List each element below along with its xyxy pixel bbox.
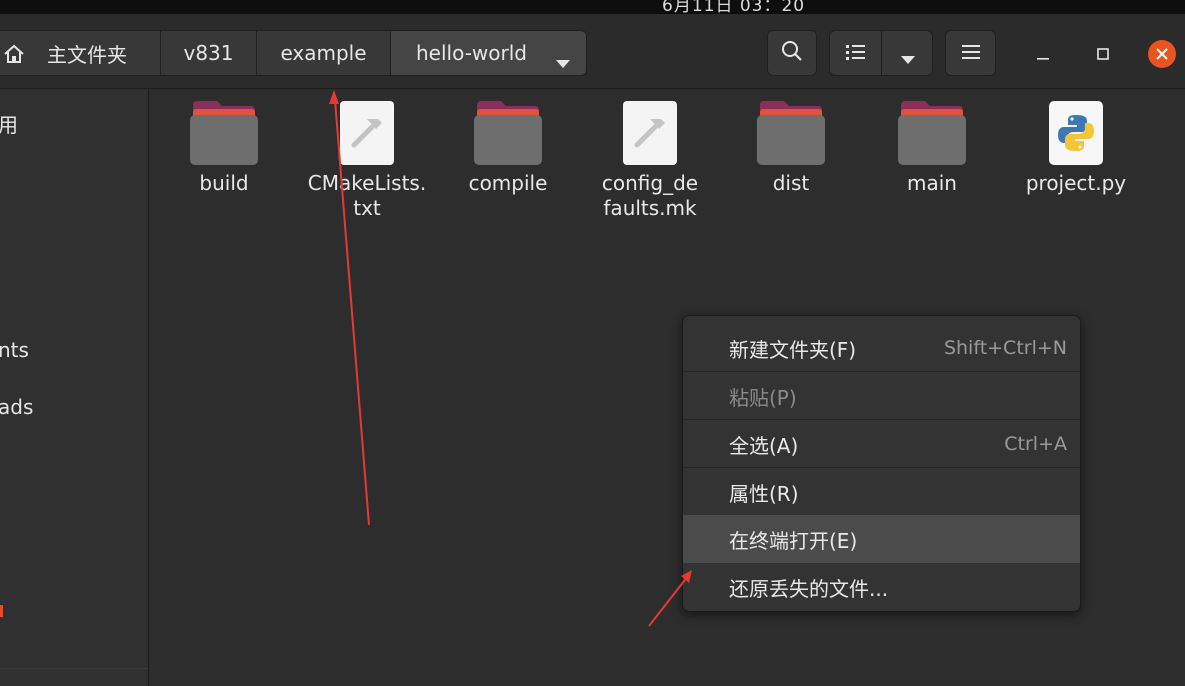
clock[interactable]: 6月11日 03：20	[662, 0, 805, 14]
breadcrumb-label: 主文件夹	[47, 42, 127, 67]
sidebar-item-documents[interactable]: nts	[0, 338, 29, 362]
menu-item-new-folder[interactable]: 新建文件夹(F) Shift+Ctrl+N	[683, 324, 1080, 372]
main-menu-button[interactable]	[945, 30, 996, 76]
breadcrumb-home[interactable]: 主文件夹	[0, 30, 161, 76]
maximize-icon	[1097, 48, 1109, 60]
breadcrumb-label: example	[280, 41, 367, 65]
folder-icon	[756, 101, 826, 165]
menu-item-label: 粘贴(P)	[729, 385, 797, 410]
close-icon	[1156, 48, 1168, 60]
file-item-build[interactable]: build	[159, 101, 289, 196]
chevron-down-icon[interactable]	[901, 49, 915, 68]
file-item-dist[interactable]: dist	[726, 101, 856, 196]
search-icon	[781, 40, 803, 66]
menu-item-label: 属性(R)	[729, 481, 799, 506]
breadcrumb-v831[interactable]: v831	[160, 30, 257, 76]
text-file-icon	[623, 101, 677, 165]
text-file-icon	[340, 101, 394, 165]
menu-item-label: 新建文件夹(F)	[729, 337, 857, 362]
file-name: CMakeLists.txt	[307, 171, 427, 220]
view-toggle[interactable]	[829, 30, 933, 76]
trash-mark	[0, 605, 3, 617]
sidebar-item-downloads[interactable]: ads	[0, 395, 33, 419]
python-file-icon	[1049, 101, 1103, 165]
menu-item-properties[interactable]: 属性(R)	[683, 468, 1080, 516]
menu-item-shortcut: Shift+Ctrl+N	[943, 337, 1067, 359]
menu-item-label: 在终端打开(E)	[729, 528, 858, 553]
file-name: config_defaults.mk	[601, 171, 699, 220]
breadcrumb-label: hello-world	[416, 41, 527, 65]
file-name: main	[907, 171, 957, 195]
top-bar: 6月11日 03：20	[0, 0, 1185, 14]
menu-item-shortcut: Ctrl+A	[1004, 433, 1067, 455]
folder-icon	[897, 101, 967, 165]
file-item-project-py[interactable]: project.py	[1011, 101, 1141, 196]
context-menu: 新建文件夹(F) Shift+Ctrl+N 粘贴(P) 全选(A) Ctrl+A…	[682, 315, 1081, 612]
sidebar-divider	[0, 668, 148, 669]
folder-icon	[189, 101, 259, 165]
hamburger-icon	[961, 44, 980, 63]
menu-item-restore-missing-files[interactable]: 还原丢失的文件...	[683, 563, 1080, 611]
file-item-main[interactable]: main	[867, 101, 997, 196]
button-divider	[881, 31, 882, 75]
close-button[interactable]	[1148, 40, 1176, 68]
breadcrumb-label: v831	[183, 41, 234, 65]
menu-item-label: 全选(A)	[729, 433, 799, 458]
file-name: project.py	[1025, 171, 1127, 195]
search-button[interactable]	[767, 30, 817, 76]
menu-item-open-in-terminal[interactable]: 在终端打开(E)	[683, 515, 1080, 563]
sidebar-item-recent[interactable]: 用	[0, 109, 18, 138]
folder-icon	[473, 101, 543, 165]
header-bar: 主文件夹 v831 example hello-world	[0, 14, 1185, 89]
minimize-icon	[1037, 58, 1049, 60]
breadcrumb-example[interactable]: example	[256, 30, 391, 76]
menu-item-select-all[interactable]: 全选(A) Ctrl+A	[683, 420, 1080, 468]
menu-item-paste: 粘贴(P)	[683, 372, 1080, 420]
file-name: compile	[468, 171, 548, 195]
file-item-compile[interactable]: compile	[443, 101, 573, 196]
file-name: dist	[772, 171, 810, 195]
menu-item-label: 还原丢失的文件...	[729, 576, 889, 601]
sidebar: 用 nts ads	[0, 89, 149, 686]
list-view-icon[interactable]	[846, 44, 866, 66]
breadcrumb-hello-world[interactable]: hello-world	[390, 30, 587, 76]
chevron-down-icon[interactable]	[556, 49, 570, 73]
home-icon	[3, 43, 25, 70]
file-name: build	[199, 171, 249, 195]
file-item-config-defaults[interactable]: config_defaults.mk	[585, 101, 715, 221]
file-item-cmakelists[interactable]: CMakeLists.txt	[302, 101, 432, 221]
maximize-button[interactable]	[1089, 40, 1117, 68]
minimize-button[interactable]	[1029, 40, 1057, 68]
